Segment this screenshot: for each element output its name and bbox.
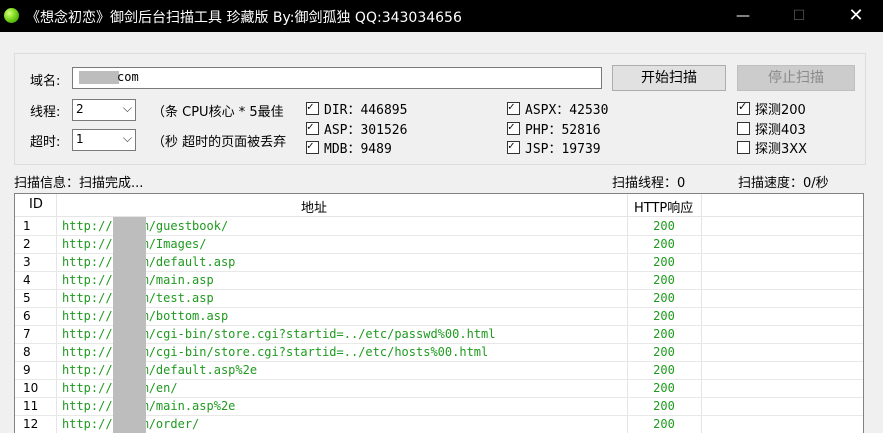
row-id: 6	[23, 309, 31, 323]
row-http-code: 200	[653, 327, 675, 341]
row-http-code: 200	[653, 273, 675, 287]
checkbox-label: MDB：9489	[324, 142, 392, 157]
chevron-down-icon: ⌵	[122, 131, 132, 145]
domain-label: 域名:	[30, 74, 61, 89]
redacted-domain-mask	[113, 217, 146, 433]
checkbox-label: JSP：19739	[525, 142, 601, 157]
row-http-code: 200	[653, 255, 675, 269]
maximize-button[interactable]: ☐	[776, 0, 822, 32]
checkbox-box[interactable]: ✓	[507, 120, 520, 135]
row-url: http:// .com/default.asp%2e	[62, 363, 258, 377]
checkbox-label: ASP：301526	[324, 123, 408, 138]
checkbox-probe-3xx[interactable]: 探测3XX	[737, 138, 807, 157]
checkbox-label: 探测3XX	[755, 142, 808, 157]
timeout-value: 1	[76, 132, 84, 146]
row-id: 8	[23, 345, 31, 359]
row-http-code: 200	[653, 417, 675, 431]
threads-value: 2	[76, 102, 84, 116]
timeout-label: 超时:	[30, 135, 61, 150]
column-header-id[interactable]: ID	[29, 197, 43, 212]
row-url: http:// .com/main.asp%2e	[62, 399, 236, 413]
row-http-code: 200	[653, 291, 675, 305]
checkbox-box[interactable]	[737, 122, 750, 135]
window-title: 《想念初恋》御剑后台扫描工具 珍藏版 By:御剑孤独 QQ:343034656	[26, 10, 462, 26]
threads-combo[interactable]: 2 ⌵	[72, 99, 136, 121]
checkbox-dir[interactable]: ✓ DIR：446895	[306, 99, 407, 118]
row-http-code: 200	[653, 381, 675, 395]
column-header-http[interactable]: HTTP响应	[634, 197, 693, 216]
title-bar[interactable]: 《想念初恋》御剑后台扫描工具 珍藏版 By:御剑孤独 QQ:343034656 …	[0, 0, 883, 32]
checkbox-box[interactable]: ✓	[306, 120, 319, 135]
check-icon: ✓	[307, 120, 314, 133]
row-http-code: 200	[653, 363, 675, 377]
scan-threads-status: 扫描线程：0	[612, 176, 686, 191]
checkbox-probe-403[interactable]: 探测403	[737, 119, 806, 138]
checkbox-label: 探测200	[755, 103, 806, 118]
checkbox-label: PHP：52816	[525, 123, 601, 138]
timeout-hint: （秒 超时的页面被丢弃	[152, 135, 287, 150]
check-icon: ✓	[508, 100, 515, 113]
row-http-code: 200	[653, 345, 675, 359]
start-scan-button[interactable]: 开始扫描	[612, 65, 726, 91]
row-id: 11	[23, 399, 39, 413]
row-http-code: 200	[653, 219, 675, 233]
results-table[interactable]: ID 地址 HTTP响应 1 http:// .com/guestbook/200…	[14, 193, 864, 433]
row-id: 9	[23, 363, 31, 377]
check-icon: ✓	[307, 139, 314, 152]
domain-input[interactable]: com	[72, 67, 602, 89]
checkbox-asp[interactable]: ✓ ASP：301526	[306, 119, 407, 138]
threads-hint: （条 CPU核心 * 5最佳	[152, 105, 284, 120]
chevron-down-icon: ⌵	[122, 101, 132, 115]
row-id: 3	[23, 255, 31, 269]
timeout-combo[interactable]: 1 ⌵	[72, 129, 136, 151]
column-header-url[interactable]: 地址	[301, 197, 327, 216]
check-icon: ✓	[307, 100, 314, 113]
check-icon: ✓	[508, 139, 515, 152]
table-header: ID 地址 HTTP响应	[15, 194, 863, 217]
scan-info-status: 扫描信息：扫描完成...	[14, 176, 144, 191]
checkbox-box[interactable]: ✓	[306, 139, 319, 154]
threads-label: 线程:	[30, 105, 61, 120]
row-id: 10	[23, 381, 39, 395]
check-icon: ✓	[738, 100, 748, 113]
minimize-button[interactable]: —	[720, 0, 766, 32]
row-id: 5	[23, 291, 31, 305]
close-button[interactable]: ✕	[833, 0, 879, 32]
row-id: 2	[23, 237, 31, 251]
checkbox-jsp[interactable]: ✓ JSP：19739	[507, 138, 601, 157]
row-id: 12	[23, 417, 39, 431]
checkbox-probe-200[interactable]: ✓ 探测200	[737, 99, 806, 118]
row-id: 1	[23, 219, 31, 233]
checkbox-box[interactable]: ✓	[507, 139, 520, 154]
domain-value: com	[117, 70, 139, 84]
stop-scan-button[interactable]: 停止扫描	[737, 65, 855, 91]
checkbox-box[interactable]	[737, 141, 750, 154]
row-id: 4	[23, 273, 31, 287]
redacted-domain-mask	[79, 71, 119, 84]
app-icon	[4, 8, 19, 23]
checkbox-box[interactable]: ✓	[507, 100, 520, 115]
row-http-code: 200	[653, 399, 675, 413]
checkbox-label: DIR：446895	[324, 103, 408, 118]
checkbox-label: ASPX：42530	[525, 103, 609, 118]
scan-speed-status: 扫描速度：0/秒	[738, 176, 829, 191]
checkbox-mdb[interactable]: ✓ MDB：9489	[306, 138, 392, 157]
checkbox-aspx[interactable]: ✓ ASPX：42530	[507, 99, 608, 118]
checkbox-php[interactable]: ✓ PHP：52816	[507, 119, 601, 138]
row-id: 7	[23, 327, 31, 341]
check-icon: ✓	[508, 120, 515, 133]
row-url: http:// .com/default.asp	[62, 255, 236, 269]
row-http-code: 200	[653, 237, 675, 251]
row-http-code: 200	[653, 309, 675, 323]
checkbox-box[interactable]: ✓	[306, 100, 319, 115]
checkbox-box[interactable]: ✓	[737, 100, 750, 115]
checkbox-label: 探测403	[755, 123, 806, 138]
